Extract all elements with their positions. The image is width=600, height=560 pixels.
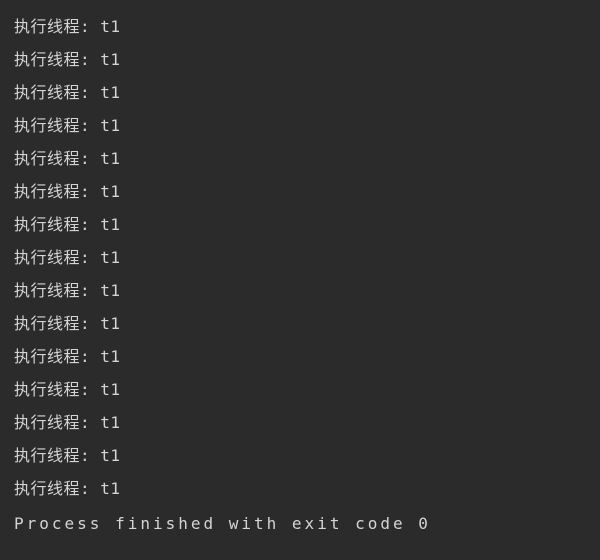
exit-message: Process finished with exit code 0 (14, 507, 586, 540)
console-line: 执行线程: t1 (14, 175, 586, 208)
console-line: 执行线程: t1 (14, 439, 586, 472)
console-line: 执行线程: t1 (14, 43, 586, 76)
console-line: 执行线程: t1 (14, 274, 586, 307)
console-line: 执行线程: t1 (14, 373, 586, 406)
console-line: 执行线程: t1 (14, 10, 586, 43)
console-line: 执行线程: t1 (14, 142, 586, 175)
console-line: 执行线程: t1 (14, 208, 586, 241)
console-line: 执行线程: t1 (14, 109, 586, 142)
console-line: 执行线程: t1 (14, 241, 586, 274)
console-line: 执行线程: t1 (14, 406, 586, 439)
console-output: 执行线程: t1 执行线程: t1 执行线程: t1 执行线程: t1 执行线程… (14, 10, 586, 540)
console-line: 执行线程: t1 (14, 76, 586, 109)
console-line: 执行线程: t1 (14, 472, 586, 505)
console-line: 执行线程: t1 (14, 307, 586, 340)
console-line: 执行线程: t1 (14, 340, 586, 373)
